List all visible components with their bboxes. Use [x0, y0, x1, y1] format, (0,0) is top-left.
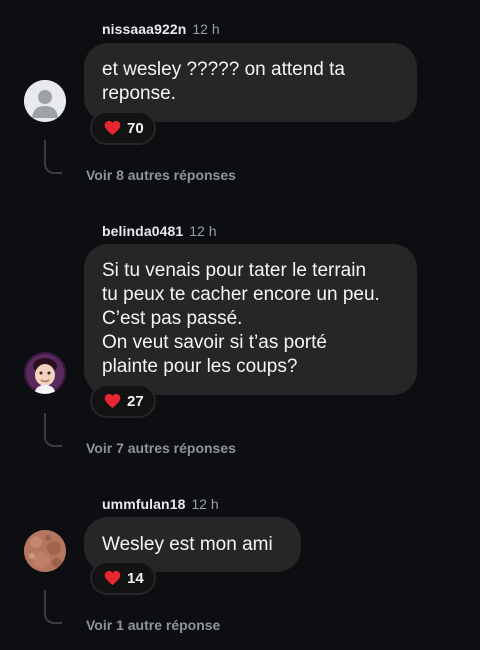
heart-icon: [104, 120, 121, 136]
comment-text-line: Si tu venais pour tater le terrain: [102, 260, 367, 281]
baby-photo: [24, 352, 66, 394]
comment-timestamp: 12 h: [192, 21, 220, 37]
comment-text-line: C’est pas passé.: [102, 308, 243, 329]
user-avatar[interactable]: [24, 530, 66, 572]
comment-bubble: Si tu venais pour tater le terrain tu pe…: [84, 244, 417, 395]
reaction-pill[interactable]: 27: [90, 384, 156, 418]
user-avatar[interactable]: [24, 352, 66, 394]
user-avatar[interactable]: [24, 80, 66, 122]
comment-username[interactable]: nissaaa922n: [102, 21, 186, 37]
thread-connector: [44, 590, 62, 624]
thread-connector: [44, 140, 62, 174]
default-user-icon: [24, 80, 66, 122]
comment-meta: nissaaa922n 12 h: [102, 21, 220, 37]
view-more-replies-link[interactable]: Voir 1 autre réponse: [86, 617, 220, 633]
reaction-count: 70: [127, 119, 144, 137]
thread-connector: [44, 413, 62, 447]
view-more-replies-link[interactable]: Voir 8 autres réponses: [86, 167, 236, 183]
reaction-pill[interactable]: 70: [90, 111, 156, 145]
comment-text-line: et wesley ????? on attend ta: [102, 59, 345, 80]
comment-text-line: On veut savoir si t’as porté: [102, 332, 327, 353]
comment-timestamp: 12 h: [191, 496, 219, 512]
comment-meta: belinda0481 12 h: [102, 223, 217, 239]
comment-username[interactable]: belinda0481: [102, 223, 183, 239]
reaction-count: 14: [127, 569, 144, 587]
comment-text-line: plainte pour les coups?: [102, 356, 298, 377]
reaction-pill[interactable]: 14: [90, 561, 156, 595]
heart-icon: [104, 570, 121, 586]
comment-text-line: tu peux te cacher encore un peu.: [102, 284, 380, 305]
comment-timestamp: 12 h: [189, 223, 217, 239]
comment-meta: ummfulan18 12 h: [102, 496, 219, 512]
brown-texture-photo: [24, 530, 66, 572]
comment-text-line: Wesley est mon ami: [102, 534, 273, 555]
reaction-count: 27: [127, 392, 144, 410]
comment-username[interactable]: ummfulan18: [102, 496, 185, 512]
comment-text-line: reponse.: [102, 83, 176, 104]
view-more-replies-link[interactable]: Voir 7 autres réponses: [86, 440, 236, 456]
heart-icon: [104, 393, 121, 409]
